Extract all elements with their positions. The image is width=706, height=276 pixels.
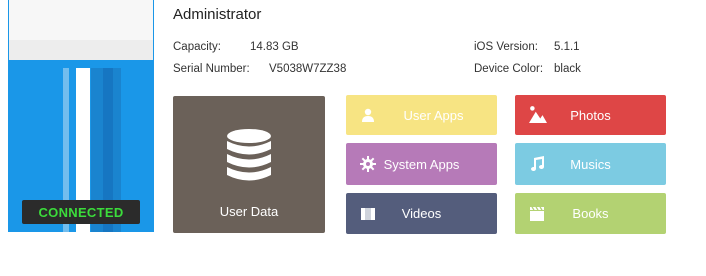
capacity-row: Capacity: — [173, 41, 221, 53]
serial-value: V5038W7ZZ38 — [269, 63, 347, 75]
system-apps-tile[interactable]: System Apps — [346, 143, 497, 185]
database-icon — [227, 129, 271, 181]
ios-version-value: 5.1.1 — [554, 41, 580, 53]
photos-label: Photos — [570, 107, 611, 123]
capacity-value: 14.83 GB — [250, 41, 299, 53]
user-data-label: User Data — [219, 204, 279, 219]
musics-label: Musics — [570, 156, 611, 172]
system-apps-label: System Apps — [383, 156, 460, 172]
device-name: Administrator — [173, 6, 262, 23]
serial-label: Serial Number: — [173, 63, 250, 75]
user-data-tile[interactable]: User Data — [173, 96, 325, 233]
user-apps-tile[interactable]: User Apps — [346, 95, 497, 135]
videos-label: Videos — [401, 206, 442, 221]
ios-version-label: iOS Version: — [474, 41, 538, 53]
photos-tile[interactable]: Photos — [515, 95, 666, 135]
user-apps-label: User Apps — [403, 107, 464, 123]
device-illustration: CONNECTED — [8, 0, 154, 232]
musics-tile[interactable]: Musics — [515, 143, 666, 185]
device-color-value: black — [554, 63, 581, 75]
connection-status-badge: CONNECTED — [22, 200, 140, 224]
books-tile[interactable]: Books — [515, 193, 666, 234]
capacity-label: Capacity: — [173, 41, 221, 53]
videos-tile[interactable]: Videos — [346, 193, 497, 234]
books-label: Books — [572, 206, 609, 221]
device-color-label: Device Color: — [474, 63, 544, 75]
usb-plug — [9, 0, 153, 70]
